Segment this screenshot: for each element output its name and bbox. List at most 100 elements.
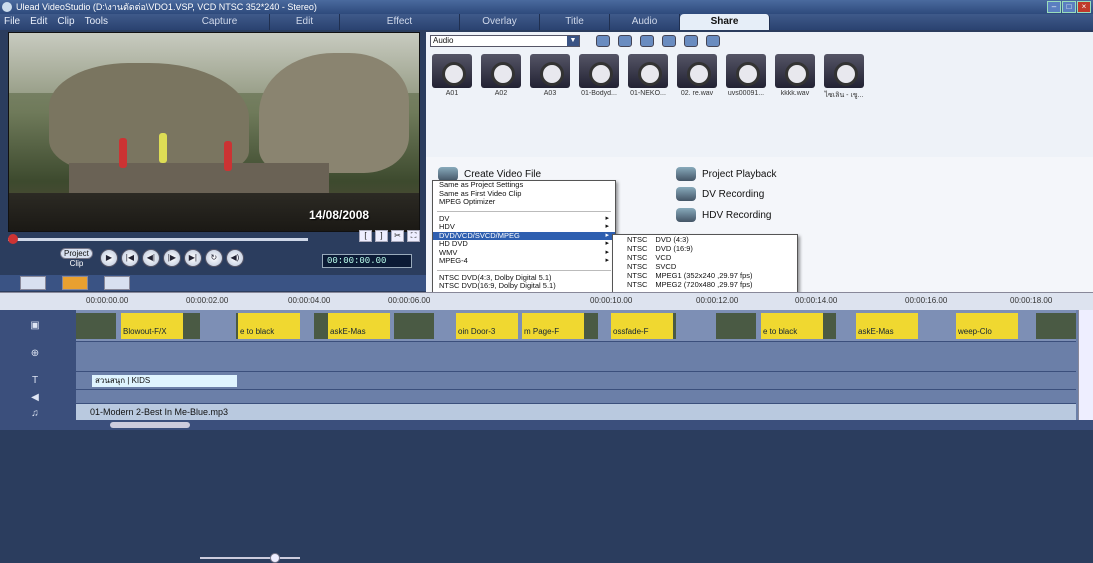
next-frame-icon[interactable]: |▶ [162, 249, 181, 267]
video-thumbnail[interactable] [76, 313, 116, 339]
transition-clip[interactable]: e to black [238, 313, 300, 339]
voice-track-icon[interactable]: ◀ [28, 392, 42, 404]
transition-clip[interactable]: askE-Mas [328, 313, 390, 339]
project-playback-button[interactable]: Project Playback [676, 167, 776, 181]
step-tab-title[interactable]: Title [540, 14, 610, 30]
step-tab-audio[interactable]: Audio [610, 14, 680, 30]
step-tabs: Capture Edit Effect Overlay Title Audio Share [170, 14, 770, 30]
library-clip[interactable]: kkkk.wav [773, 54, 817, 101]
folder-icon[interactable] [596, 35, 610, 47]
library-clip[interactable]: A02 [479, 54, 523, 101]
menu-item[interactable]: HD DVD [433, 239, 615, 249]
library-clip[interactable]: A01 [430, 54, 474, 101]
transition-clip[interactable]: weep-Clo [956, 313, 1018, 339]
menu-item[interactable]: NTSC DVD(16:9, Dolby Digital 5.1) [433, 281, 615, 291]
mark-in-icon[interactable]: [ [359, 230, 372, 242]
menu-item[interactable]: MPEG-4 [433, 256, 615, 266]
video-thumbnail[interactable] [394, 313, 434, 339]
submenu-item[interactable]: NTSC VCD [613, 253, 797, 262]
transition-clip[interactable]: oin Door-3 [456, 313, 518, 339]
audio-clip[interactable]: 01-Modern 2-Best In Me-Blue.mp3 [76, 404, 1076, 420]
menu-item[interactable]: Tools [85, 14, 108, 30]
project-clip-toggle[interactable]: Project Clip [60, 248, 93, 268]
music-track-icon[interactable]: ♫ [28, 408, 42, 420]
end-icon[interactable]: ▶| [183, 249, 202, 267]
cut-icon[interactable]: ✂ [391, 230, 404, 242]
play-icon[interactable]: ▶ [99, 249, 118, 267]
menu-item[interactable]: Edit [30, 14, 47, 30]
overlay-track-icon[interactable]: ⊕ [28, 348, 42, 360]
menu-item[interactable]: DV [433, 214, 615, 224]
zoom-slider[interactable] [190, 553, 340, 563]
repeat-icon[interactable]: ↻ [204, 249, 223, 267]
title-clip[interactable]: สวนสนุก | KIDS [92, 375, 237, 387]
sort-icon[interactable] [640, 35, 654, 47]
title-track[interactable]: สวนสนุก | KIDS [76, 372, 1076, 390]
library-category-select[interactable]: Audio ▼ [430, 35, 580, 47]
library-clip[interactable]: ไซเลิน - เขู... [822, 54, 866, 101]
hdv-recording-button[interactable]: HDV Recording [676, 208, 771, 222]
preview-window[interactable]: 14/08/2008 [8, 32, 420, 232]
project-label[interactable]: Project [60, 248, 93, 259]
import-icon[interactable] [618, 35, 632, 47]
jog-bar[interactable]: [ ] ✂ ⛶ [8, 230, 420, 244]
menu-item[interactable]: File [4, 14, 20, 30]
library-clip[interactable]: 01-NEKO... [626, 54, 670, 101]
options-icon[interactable] [684, 35, 698, 47]
step-tab-capture[interactable]: Capture [170, 14, 270, 30]
overlay-track[interactable] [76, 342, 1076, 372]
submenu-item[interactable]: NTSC MPEG2 (720x480 ,29.97 fps) [613, 280, 797, 289]
timeline-ruler[interactable]: 00:00:00.00 00:00:02.00 00:00:04.00 00:00:0… [0, 292, 1093, 310]
video-track-icon[interactable]: ▣ [28, 320, 42, 332]
title-track-icon[interactable]: T [28, 375, 42, 387]
previous-frame-icon[interactable]: ◀| [141, 249, 160, 267]
video-track[interactable]: Blowout-F/X e to black askE-Mas oin Door-3 m… [76, 310, 1076, 342]
clip-label[interactable]: Clip [70, 259, 84, 268]
timeline-vertical-scrollbar[interactable] [1078, 310, 1093, 420]
submenu-item[interactable]: NTSC DVD (16:9) [613, 244, 797, 253]
submenu-item[interactable]: NTSC MPEG1 (352x240 ,29.97 fps) [613, 271, 797, 280]
expand-icon[interactable]: ⛶ [407, 230, 420, 242]
audio-view-icon[interactable] [104, 276, 130, 290]
menu-item[interactable]: Clip [57, 14, 74, 30]
cd-icon[interactable] [662, 35, 676, 47]
voice-track[interactable] [76, 390, 1076, 404]
transition-clip[interactable]: m Page-F [522, 313, 584, 339]
home-icon[interactable]: |◀ [120, 249, 139, 267]
step-tab-share[interactable]: Share [680, 14, 770, 30]
submenu-item[interactable]: NTSC SVCD [613, 262, 797, 271]
expand-icon[interactable] [706, 35, 720, 47]
transition-clip[interactable]: askE-Mas [856, 313, 918, 339]
chevron-down-icon[interactable]: ▼ [567, 36, 579, 46]
dv-recording-button[interactable]: DV Recording [676, 187, 764, 201]
step-tab-edit[interactable]: Edit [270, 14, 340, 30]
timeline-view-icon[interactable] [62, 276, 88, 290]
minimize-icon[interactable]: – [1047, 1, 1061, 13]
submenu-item[interactable]: NTSC DVD (4:3) [613, 235, 797, 244]
create-video-file-button[interactable]: Create Video File [438, 167, 541, 181]
storyboard-view-icon[interactable] [20, 276, 46, 290]
library-clip[interactable]: 02. re.wav [675, 54, 719, 101]
zoom-handle-icon[interactable] [270, 553, 280, 563]
close-icon[interactable]: × [1077, 1, 1091, 13]
menu-item[interactable]: MPEG Optimizer [433, 197, 615, 207]
transition-clip[interactable]: e to black [761, 313, 823, 339]
library-clip[interactable]: 01-Bodyd... [577, 54, 621, 101]
scroll-thumb[interactable] [110, 422, 190, 428]
scrub-track[interactable] [8, 238, 308, 241]
step-tab-overlay[interactable]: Overlay [460, 14, 540, 30]
mark-out-icon[interactable]: ] [375, 230, 388, 242]
library-clip[interactable]: uvs00091... [724, 54, 768, 101]
video-thumbnail[interactable] [716, 313, 756, 339]
transition-clip[interactable]: Blowout-F/X [121, 313, 183, 339]
timecode-display[interactable]: 00:00:00.00 [322, 254, 412, 268]
scrub-handle-icon[interactable] [8, 234, 18, 244]
step-tab-effect[interactable]: Effect [340, 14, 460, 30]
volume-icon[interactable]: ◀) [225, 249, 244, 267]
maximize-icon[interactable]: □ [1062, 1, 1076, 13]
transition-clip[interactable]: ossfade-F [611, 313, 673, 339]
library-clip[interactable]: A03 [528, 54, 572, 101]
timeline-horizontal-scrollbar[interactable] [0, 420, 1093, 430]
video-thumbnail[interactable] [1036, 313, 1076, 339]
music-track[interactable]: 01-Modern 2-Best In Me-Blue.mp3 [76, 404, 1076, 420]
